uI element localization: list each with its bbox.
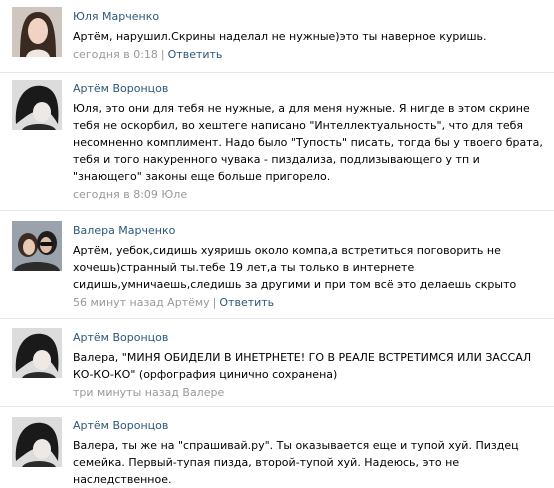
comment-meta: сегодня в 0:18 | Ответить bbox=[73, 48, 546, 62]
dark-hair-portrait-icon bbox=[12, 417, 62, 467]
female-portrait-icon bbox=[12, 7, 62, 57]
comment-text: Артём, нарушил.Скрины наделал не нужные)… bbox=[73, 30, 487, 43]
dark-hair-portrait-icon bbox=[12, 80, 62, 130]
comment-time[interactable]: 56 минут назад Артёму bbox=[73, 296, 210, 309]
avatar[interactable] bbox=[12, 80, 62, 130]
comment-text: Юля, это они для тебя не нужные, а для м… bbox=[73, 102, 543, 183]
comment-time[interactable]: сегодня в 8:09 Юле bbox=[73, 188, 187, 201]
dark-hair-portrait-icon bbox=[12, 328, 62, 378]
comment-item: Артём Воронцов Валера, ты же на "спрашив… bbox=[0, 406, 554, 486]
comment-author[interactable]: Артём Воронцов bbox=[73, 331, 546, 345]
reply-button[interactable]: Ответить bbox=[219, 296, 274, 309]
comment-author[interactable]: Артём Воронцов bbox=[73, 82, 546, 96]
avatar[interactable] bbox=[12, 221, 62, 271]
comment-text: Валера, "МИНЯ ОБИДЕЛИ В ИНЕТРНЕТЕ! ГО В … bbox=[73, 351, 532, 381]
comment-item: Юля Марченко Артём, нарушил.Скрины надел… bbox=[0, 0, 554, 72]
separator: | bbox=[160, 48, 165, 61]
couple-portrait-icon bbox=[12, 221, 62, 271]
reply-button[interactable]: Ответить bbox=[168, 48, 223, 61]
comment-item: Валера Марченко Артём, уебок,сидишь хуяр… bbox=[0, 210, 554, 318]
comment-meta: сегодня в 8:09 Юле bbox=[73, 188, 546, 202]
comment-time[interactable]: три минуты назад Валере bbox=[73, 386, 224, 399]
comment-text: Валера, ты же на "спрашивай.ру". Ты оказ… bbox=[73, 439, 519, 486]
avatar[interactable] bbox=[12, 417, 62, 467]
avatar[interactable] bbox=[12, 7, 62, 57]
comment-item: Артём Воронцов Юля, это они для тебя не … bbox=[0, 72, 554, 210]
avatar[interactable] bbox=[12, 328, 62, 378]
separator: | bbox=[212, 296, 217, 309]
comment-meta: 56 минут назад Артёму | Ответить bbox=[73, 296, 546, 310]
comment-text: Артём, уебок,сидишь хуяришь около компа,… bbox=[73, 244, 517, 291]
comment-author[interactable]: Артём Воронцов bbox=[73, 419, 546, 433]
comment-time[interactable]: сегодня в 0:18 bbox=[73, 48, 158, 61]
comment-author[interactable]: Юля Марченко bbox=[73, 10, 546, 24]
comment-meta: три минуты назад Валере bbox=[73, 386, 546, 400]
comment-item: Артём Воронцов Валера, "МИНЯ ОБИДЕЛИ В И… bbox=[0, 318, 554, 406]
comment-author[interactable]: Валера Марченко bbox=[73, 224, 546, 238]
